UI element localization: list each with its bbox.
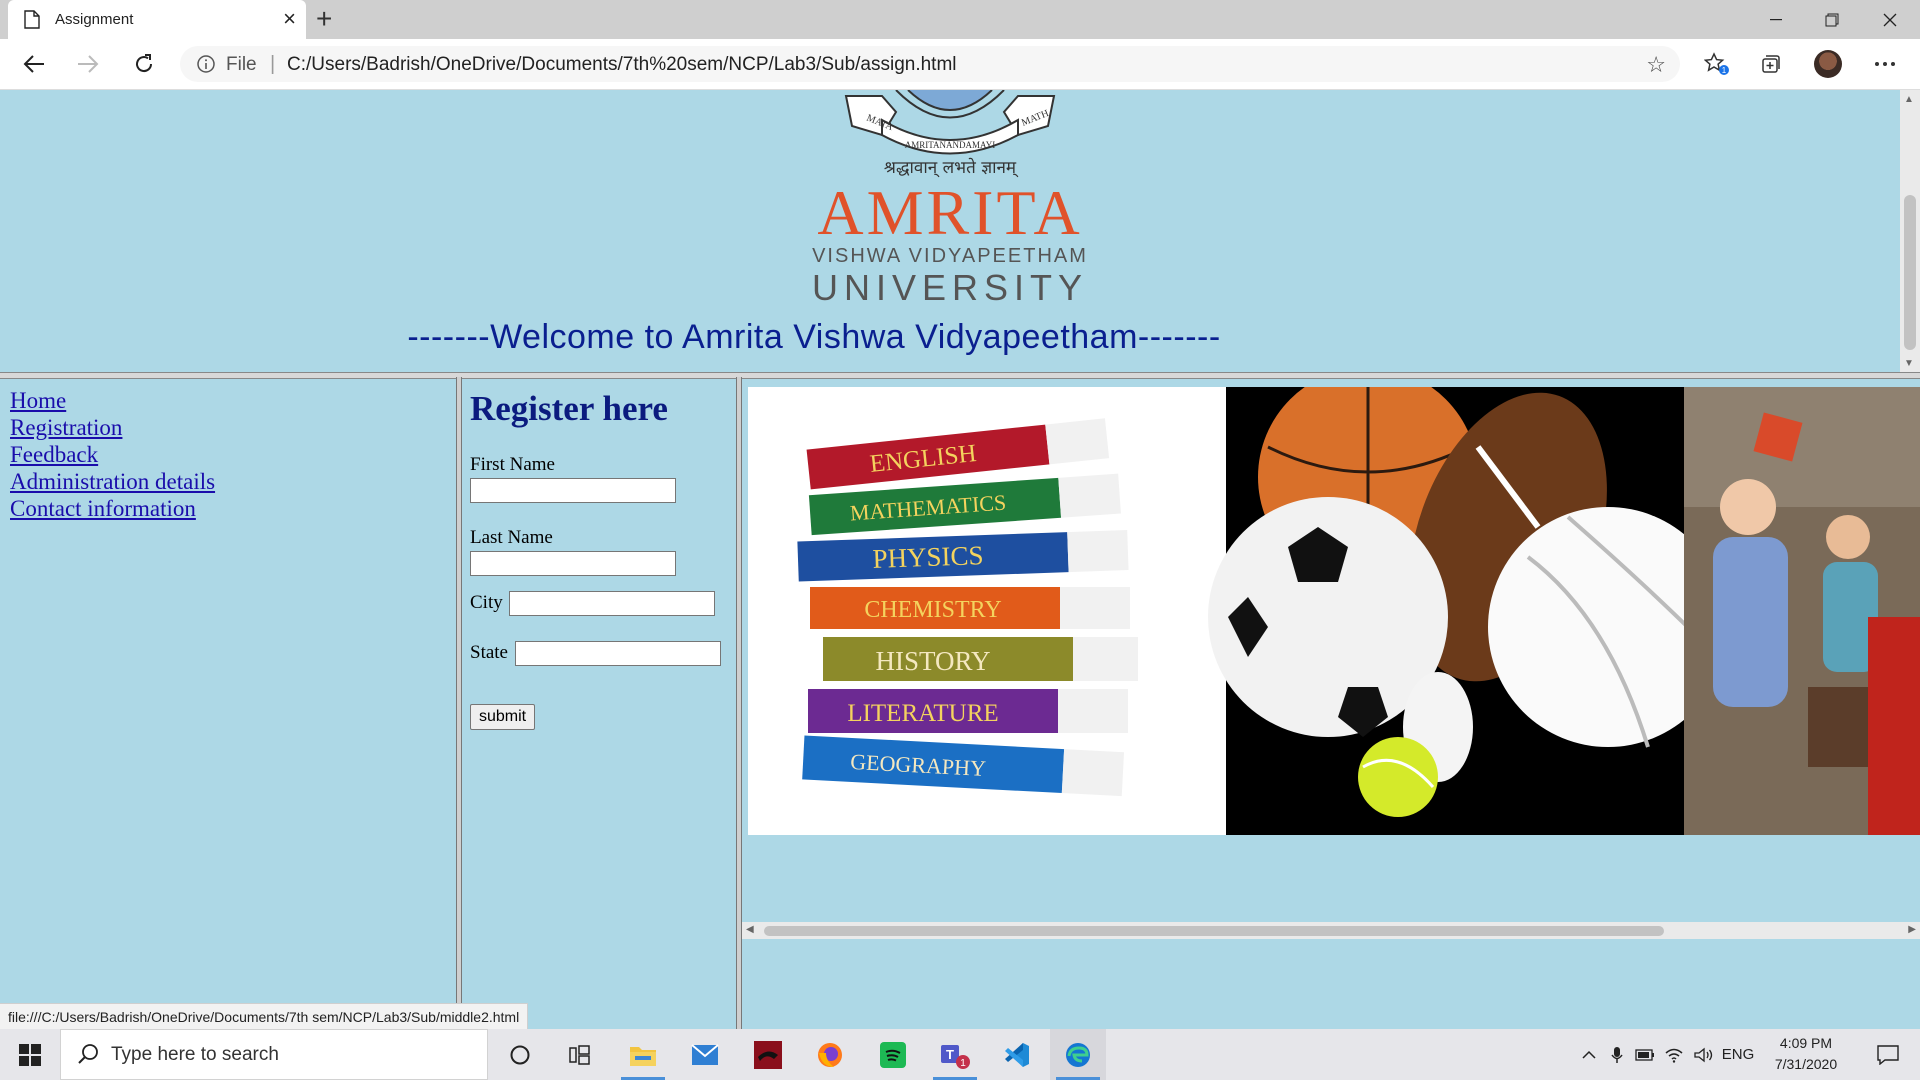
tab-bar: Assignment × + bbox=[0, 0, 1920, 39]
more-options-icon[interactable] bbox=[1868, 48, 1902, 80]
first-name-label: First Name bbox=[470, 454, 555, 475]
tab-assignment[interactable]: Assignment × bbox=[8, 0, 306, 39]
page-viewport: MATA AMRITANANDAMAYI MATH श्रद्धावान् लभ… bbox=[0, 90, 1920, 1029]
book-label: CHEMISTRY bbox=[864, 597, 1001, 623]
scroll-up-icon[interactable]: ▲ bbox=[1904, 94, 1914, 105]
minimize-icon[interactable] bbox=[1748, 0, 1804, 39]
nav-link-contact[interactable]: Contact information bbox=[10, 495, 215, 522]
wifi-icon[interactable] bbox=[1660, 1029, 1688, 1080]
register-heading: Register here bbox=[470, 389, 668, 428]
restore-icon[interactable] bbox=[1804, 0, 1860, 39]
task-view-icon[interactable] bbox=[552, 1029, 608, 1080]
new-tab-icon[interactable]: + bbox=[316, 4, 332, 34]
tab-title: Assignment bbox=[55, 11, 134, 28]
nav-link-home[interactable]: Home bbox=[10, 387, 215, 414]
windows-taskbar: Type here to search T1 ENG 4:09 PM 7/31/… bbox=[0, 1029, 1920, 1080]
scroll-down-icon[interactable]: ▼ bbox=[1904, 358, 1914, 369]
logo-line2: UNIVERSITY bbox=[812, 267, 1088, 305]
scroll-right-icon[interactable]: ▶ bbox=[1908, 924, 1916, 935]
notification-icon[interactable] bbox=[1864, 1029, 1912, 1080]
close-window-icon[interactable] bbox=[1862, 0, 1918, 39]
seal-text-middle: AMRITANANDAMAYI bbox=[905, 140, 995, 150]
state-input[interactable] bbox=[515, 641, 721, 666]
address-toolbar: File | C:/Users/Badrish/OneDrive/Documen… bbox=[0, 39, 1920, 90]
clock-time: 4:09 PM bbox=[1779, 1035, 1833, 1051]
logo-motto: श्रद्धावान् लभते ज्ञानम् bbox=[884, 157, 1019, 178]
amrita-logo: MATA AMRITANANDAMAYI MATH श्रद्धावान् लभ… bbox=[812, 90, 1088, 305]
nav-frame: Home Registration Feedback Administratio… bbox=[0, 377, 456, 1029]
favorites-icon[interactable]: 1 bbox=[1700, 48, 1734, 80]
nav-link-feedback[interactable]: Feedback bbox=[10, 441, 215, 468]
address-separator: | bbox=[270, 53, 276, 75]
search-placeholder: Type here to search bbox=[111, 1044, 279, 1065]
city-label: City bbox=[470, 592, 503, 613]
logo-name: AMRITA bbox=[817, 177, 1082, 248]
nav-link-registration[interactable]: Registration bbox=[10, 414, 215, 441]
content-scrollbar[interactable]: ◀ ▶ bbox=[742, 922, 1920, 939]
profile-avatar[interactable] bbox=[1814, 50, 1842, 78]
scroll-left-icon[interactable]: ◀ bbox=[746, 924, 754, 935]
protocol-label: File bbox=[226, 54, 257, 75]
svg-text:T: T bbox=[946, 1047, 954, 1062]
banner-image: ENGLISH MATHEMATICS PHYSICS CHEMISTRY HI… bbox=[748, 387, 1920, 835]
address-bar[interactable]: File | C:/Users/Badrish/OneDrive/Documen… bbox=[180, 46, 1680, 82]
status-url: file:///C:/Users/Badrish/OneDrive/Docume… bbox=[0, 1003, 529, 1031]
book-label: PHYSICS bbox=[872, 540, 984, 574]
file-explorer-icon[interactable] bbox=[615, 1029, 671, 1080]
first-name-input[interactable] bbox=[470, 478, 676, 503]
volume-icon[interactable] bbox=[1690, 1029, 1718, 1080]
teams-icon[interactable]: T1 bbox=[927, 1029, 983, 1080]
city-input[interactable] bbox=[509, 591, 715, 616]
nav-link-administration[interactable]: Administration details bbox=[10, 468, 215, 495]
cortana-icon[interactable] bbox=[492, 1029, 548, 1080]
collections-icon[interactable] bbox=[1754, 48, 1788, 80]
register-frame: Register here First Name Last Name City … bbox=[462, 377, 736, 1029]
refresh-icon[interactable] bbox=[128, 48, 160, 80]
vscode-icon[interactable] bbox=[989, 1029, 1045, 1080]
edge-icon[interactable] bbox=[1050, 1029, 1106, 1080]
firefox-icon[interactable] bbox=[802, 1029, 858, 1080]
mail-icon[interactable] bbox=[677, 1029, 733, 1080]
header-scrollbar[interactable]: ▲ ▼ bbox=[1900, 90, 1920, 372]
windows-icon bbox=[19, 1043, 41, 1066]
spotify-icon[interactable] bbox=[865, 1029, 921, 1080]
start-button[interactable] bbox=[0, 1029, 60, 1080]
last-name-input[interactable] bbox=[470, 551, 676, 576]
last-name-label: Last Name bbox=[470, 527, 553, 548]
submit-button[interactable]: submit bbox=[470, 704, 536, 730]
teams-badge: 1 bbox=[960, 1058, 966, 1069]
welcome-heading: -------Welcome to Amrita Vishwa Vidyapee… bbox=[407, 318, 1221, 356]
forward-arrow-icon[interactable] bbox=[72, 48, 104, 80]
favorites-badge: 1 bbox=[1722, 66, 1727, 75]
star-icon[interactable]: ☆ bbox=[1646, 52, 1666, 78]
book-label: LITERATURE bbox=[847, 700, 998, 727]
taskbar-search-box[interactable]: Type here to search bbox=[60, 1029, 488, 1080]
close-tab-icon[interactable]: × bbox=[283, 7, 296, 31]
url-text[interactable]: C:/Users/Badrish/OneDrive/Documents/7th%… bbox=[287, 54, 957, 76]
microphone-icon[interactable] bbox=[1604, 1029, 1630, 1080]
content-scroll-thumb[interactable] bbox=[764, 926, 1664, 936]
language-indicator[interactable]: ENG bbox=[1720, 1029, 1756, 1080]
header-frame: MATA AMRITANANDAMAYI MATH श्रद्धावान् लभ… bbox=[0, 90, 1900, 372]
search-icon bbox=[77, 1043, 99, 1070]
header-scroll-thumb[interactable] bbox=[1904, 195, 1916, 350]
page-icon bbox=[24, 10, 40, 34]
taskbar-clock[interactable]: 4:09 PM 7/31/2020 bbox=[1760, 1033, 1852, 1075]
book-label: HISTORY bbox=[875, 646, 990, 676]
battery-icon[interactable] bbox=[1632, 1029, 1658, 1080]
state-label: State bbox=[470, 642, 508, 663]
app-red-icon[interactable] bbox=[740, 1029, 796, 1080]
clock-date: 7/31/2020 bbox=[1774, 1056, 1838, 1072]
info-icon[interactable] bbox=[196, 54, 216, 79]
logo-line1: VISHWA VIDYAPEETHAM bbox=[812, 245, 1088, 267]
show-hidden-icons[interactable] bbox=[1576, 1029, 1602, 1080]
back-arrow-icon[interactable] bbox=[18, 48, 50, 80]
